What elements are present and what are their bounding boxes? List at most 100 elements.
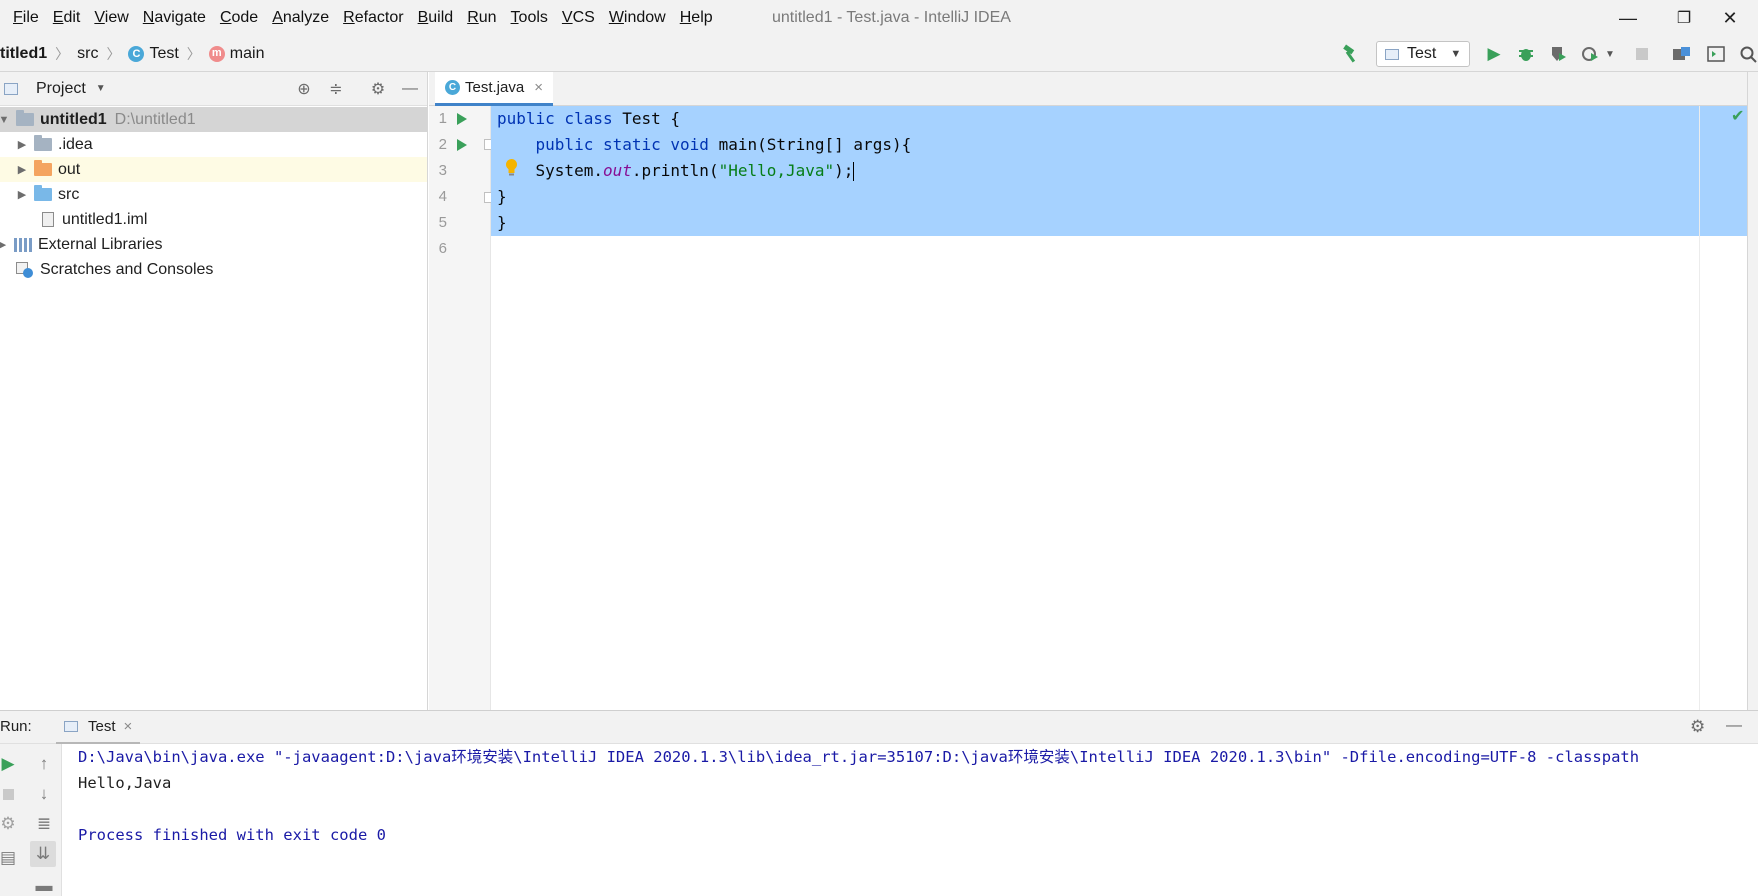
tree-item-src[interactable]: ▶ src bbox=[0, 182, 427, 207]
close-tab-icon[interactable]: × bbox=[534, 79, 543, 96]
menu-code[interactable]: Code bbox=[213, 0, 265, 36]
project-panel-header: Project ▼ ⊕ ≑ ⚙ — bbox=[0, 72, 427, 106]
expand-arrow-icon[interactable]: ▶ bbox=[14, 163, 30, 176]
code-text: } bbox=[497, 213, 507, 232]
close-tab-icon[interactable]: × bbox=[124, 718, 133, 735]
breadcrumb-method[interactable]: main bbox=[230, 45, 265, 63]
run-tab-label: Test bbox=[88, 718, 116, 735]
menu-tools[interactable]: Tools bbox=[504, 0, 555, 36]
tree-item-label: untitled1 bbox=[40, 110, 107, 128]
hide-icon[interactable]: — bbox=[400, 79, 420, 99]
scroll-to-end-icon[interactable]: ⇊ bbox=[30, 841, 56, 867]
console-output: Hello,Java bbox=[78, 774, 172, 792]
minimize-button[interactable]: — bbox=[1600, 0, 1656, 36]
run-gutter-icon[interactable] bbox=[457, 139, 467, 151]
coverage-icon[interactable] bbox=[1546, 42, 1570, 66]
breadcrumb-src[interactable]: src bbox=[77, 45, 98, 63]
code-line-5: } bbox=[497, 210, 507, 236]
run-panel-header: Run: Test × ⚙ — bbox=[0, 710, 1758, 745]
gear-icon[interactable]: ⚙ bbox=[1690, 717, 1705, 737]
menu-analyze[interactable]: Analyze bbox=[265, 0, 336, 36]
tab-label: Test.java bbox=[465, 79, 525, 96]
line-number: 5 bbox=[438, 214, 447, 231]
run-configuration-select[interactable]: Test ▼ bbox=[1376, 41, 1470, 67]
project-panel: Project ▼ ⊕ ≑ ⚙ — ▼ untitled1 D:\untitle… bbox=[0, 72, 428, 710]
breadcrumb: titled1 〉 src 〉 C Test 〉 m main bbox=[0, 44, 264, 64]
down-arrow-icon[interactable]: ↓ bbox=[32, 782, 56, 806]
tree-item-root[interactable]: ▼ untitled1 D:\untitled1 bbox=[0, 107, 427, 132]
breadcrumb-class[interactable]: Test bbox=[149, 45, 178, 63]
menu-window[interactable]: Window bbox=[602, 0, 673, 36]
code-line-3: System.out.println("Hello,Java"); bbox=[497, 158, 855, 184]
tree-item-external-libraries[interactable]: ▶ External Libraries bbox=[0, 232, 427, 257]
application-icon bbox=[1385, 48, 1399, 60]
tree-item-scratches[interactable]: Scratches and Consoles bbox=[0, 257, 427, 282]
tree-item-label: out bbox=[58, 160, 81, 178]
inspection-ok-icon[interactable]: ✔ bbox=[1731, 106, 1744, 126]
line-number: 4 bbox=[438, 188, 447, 205]
layout-icon[interactable]: ▤ bbox=[0, 846, 20, 870]
expand-arrow-icon[interactable]: ▼ bbox=[0, 114, 12, 126]
terminal-icon[interactable] bbox=[1704, 42, 1728, 66]
collapse-all-icon[interactable]: ≑ bbox=[326, 79, 346, 99]
line-number: 6 bbox=[438, 240, 447, 257]
breadcrumb-separator: 〉 bbox=[55, 45, 70, 62]
editor-tab-bar: C Test.java × bbox=[429, 72, 1747, 106]
code-text: main(String[] args){ bbox=[718, 135, 912, 154]
tree-item-idea[interactable]: ▶ .idea bbox=[0, 132, 427, 157]
run-console[interactable]: D:\Java\bin\java.exe "-javaagent:D:\java… bbox=[62, 744, 1758, 896]
tree-item-label: Scratches and Consoles bbox=[40, 260, 214, 278]
up-arrow-icon[interactable]: ↑ bbox=[32, 752, 56, 776]
menu-file[interactable]: File bbox=[6, 0, 46, 36]
line-number: 2 bbox=[438, 136, 447, 153]
tree-item-out[interactable]: ▶ out bbox=[0, 157, 427, 182]
code-line-2: public static void main(String[] args){ bbox=[497, 132, 912, 158]
application-icon bbox=[64, 721, 78, 732]
soft-wrap-icon[interactable]: ≣ bbox=[32, 812, 56, 836]
tree-item-iml[interactable]: untitled1.iml bbox=[0, 207, 427, 232]
project-structure-icon[interactable] bbox=[1670, 42, 1694, 66]
menu-edit[interactable]: Edit bbox=[46, 0, 88, 36]
menu-refactor[interactable]: Refactor bbox=[336, 0, 410, 36]
search-icon[interactable] bbox=[1736, 42, 1758, 66]
hide-icon[interactable]: — bbox=[1726, 717, 1742, 735]
run-tab-test[interactable]: Test × bbox=[56, 711, 141, 745]
project-panel-title[interactable]: Project bbox=[36, 80, 86, 98]
class-icon: C bbox=[128, 45, 145, 62]
expand-arrow-icon[interactable]: ▶ bbox=[14, 188, 30, 201]
expand-arrow-icon[interactable]: ▶ bbox=[14, 138, 30, 151]
menu-help[interactable]: Help bbox=[673, 0, 720, 36]
run-icon[interactable]: ▶ bbox=[1482, 42, 1506, 66]
excluded-folder-icon bbox=[34, 160, 52, 176]
locate-icon[interactable]: ⊕ bbox=[294, 79, 314, 99]
debug-icon[interactable] bbox=[1514, 42, 1538, 66]
run-configuration-label: Test bbox=[1407, 45, 1437, 62]
expand-arrow-icon[interactable]: ▶ bbox=[0, 238, 10, 251]
gear-icon[interactable]: ⚙ bbox=[368, 79, 388, 99]
chevron-down-icon[interactable]: ▼ bbox=[1598, 42, 1622, 66]
close-button[interactable]: ✕ bbox=[1702, 0, 1758, 36]
settings-icon[interactable]: ⚙ bbox=[0, 812, 20, 836]
method-icon: m bbox=[208, 45, 225, 62]
menu-view[interactable]: View bbox=[87, 0, 135, 36]
menu-navigate[interactable]: Navigate bbox=[136, 0, 213, 36]
print-icon[interactable]: ▬ bbox=[32, 874, 56, 896]
code-editor[interactable]: public class Test { public static void m… bbox=[491, 106, 1747, 710]
code-text: Test { bbox=[622, 109, 681, 128]
tab-test-java[interactable]: C Test.java × bbox=[435, 72, 553, 106]
menu-vcs[interactable]: VCS bbox=[555, 0, 602, 36]
code-text: System. bbox=[535, 161, 603, 180]
rerun-icon[interactable]: ▶ bbox=[0, 752, 20, 776]
stop-icon[interactable] bbox=[1630, 42, 1654, 66]
menu-build[interactable]: Build bbox=[411, 0, 461, 36]
run-gutter-icon[interactable] bbox=[457, 113, 467, 125]
hammer-icon[interactable] bbox=[1339, 42, 1363, 66]
menu-run[interactable]: Run bbox=[460, 0, 503, 36]
stop-icon[interactable] bbox=[0, 782, 20, 806]
breadcrumb-project[interactable]: titled1 bbox=[0, 45, 47, 63]
console-exit-message: Process finished with exit code 0 bbox=[78, 826, 386, 844]
chevron-down-icon[interactable]: ▼ bbox=[96, 83, 106, 94]
iml-file-icon bbox=[42, 212, 54, 227]
folder-icon bbox=[34, 135, 52, 151]
